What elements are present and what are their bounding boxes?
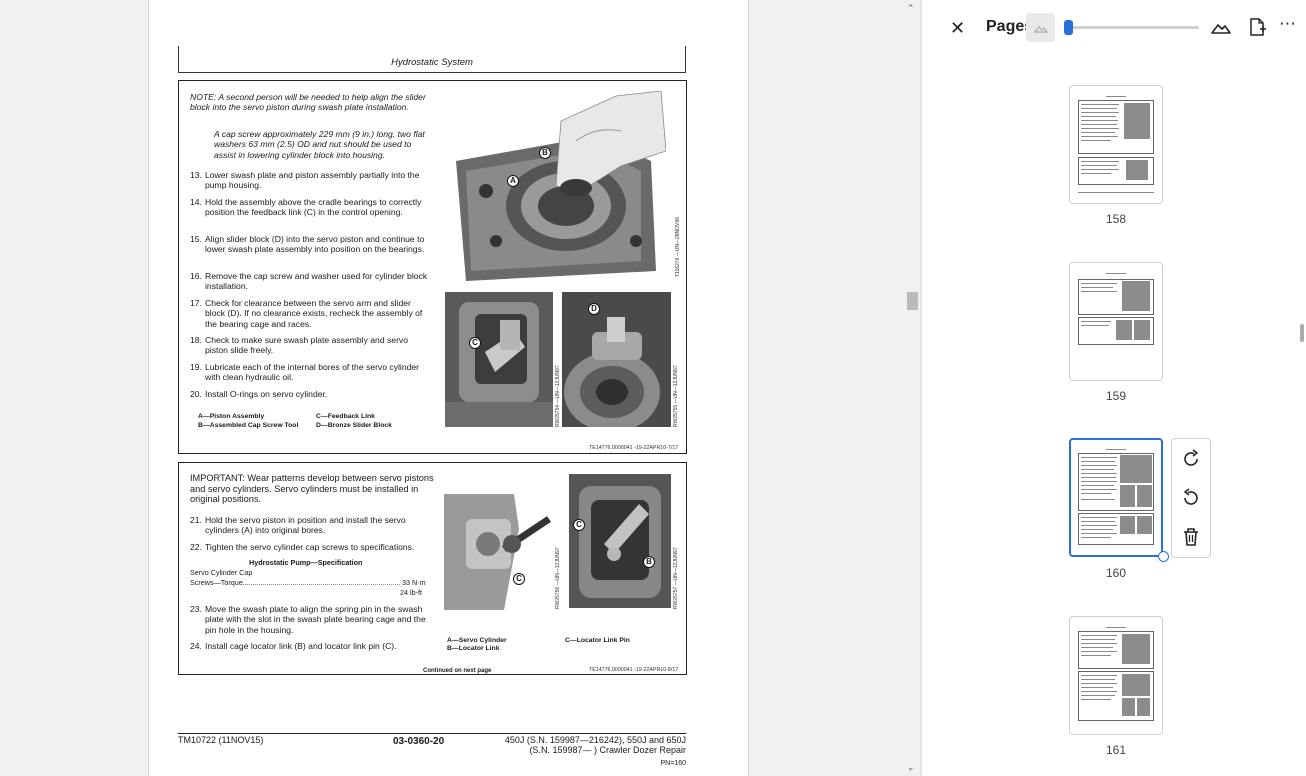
reference-code: TE14776,0000041 -19-22APR10-7/17 — [589, 445, 679, 451]
note-text-2: A cap screw approximately 229 mm (9 in.)… — [214, 129, 425, 160]
slider-block-photo: D — [562, 292, 671, 427]
callout: C — [513, 573, 525, 585]
pages-panel: ✕ Pages ⋯ 158 159 160 161 — [922, 0, 1306, 776]
zoom-out-button[interactable] — [1026, 13, 1055, 42]
page-tools-menu — [1171, 438, 1211, 558]
document-viewer[interactable]: Hydrostatic System NOTE: A second person… — [0, 0, 920, 776]
legend-item: C—Locator Link Pin — [565, 637, 630, 644]
spec-value: 24 lb-ft — [400, 588, 422, 597]
step-21: 21. Hold the servo piston in position and… — [190, 515, 406, 536]
callout: C — [469, 337, 481, 349]
important-text: IMPORTANT: Wear patterns develop between… — [190, 473, 434, 505]
spec-item: Servo Cylinder Cap — [190, 568, 253, 577]
thumbnail-label: 160 — [1105, 566, 1127, 580]
footer-page-number: 03-0360-20 — [393, 736, 445, 747]
spec-value: 33 N·m — [400, 578, 426, 588]
panel-scrollbar[interactable] — [1296, 44, 1306, 776]
note-text: NOTE: A second person will be needed to … — [190, 92, 426, 113]
step-14: 14. Hold the assembly above the cradle be… — [190, 197, 422, 218]
trash-icon — [1184, 528, 1198, 546]
step-19: 19. Lubricate each of the internal bores … — [190, 362, 420, 383]
step-22: 22. Tighten the servo cylinder cap screws… — [190, 542, 415, 552]
photo-reference: RW25755 —UN—12JUN97 — [673, 365, 679, 427]
photo-reference: T116276 —UN—28NOV98 — [675, 217, 681, 277]
continued-note: Continued on next page — [423, 668, 492, 674]
insert-page-button[interactable] — [1246, 16, 1268, 38]
callout: B — [539, 147, 551, 159]
legend-item: D—Bronze Slider Block — [316, 422, 392, 429]
mountain-large-icon — [1211, 24, 1231, 34]
instruction-section-2: IMPORTANT: Wear patterns develop between… — [178, 462, 687, 675]
scrollbar-thumb[interactable] — [907, 292, 918, 310]
step-16: 16. Remove the cap screw and washer used … — [190, 271, 428, 292]
scroll-up-icon[interactable]: ⌃ — [907, 3, 915, 14]
zoom-in-button[interactable] — [1210, 16, 1232, 38]
footer-model-line-2: (S.N. 159987— ) Crawler Dozer Repair — [529, 745, 686, 755]
page-thumbnail-160[interactable] — [1069, 438, 1163, 557]
locator-link-photo: C B — [569, 474, 671, 608]
thumbnail-resize-handle[interactable] — [1158, 551, 1169, 562]
rotate-counterclockwise-button[interactable] — [1180, 487, 1202, 509]
legend-item: C—Feedback Link — [316, 413, 375, 420]
photo-reference: RW25757 —UN—12JUN97 — [673, 547, 679, 609]
legend-item: B—Assembled Cap Screw Tool — [198, 422, 299, 429]
insert-page-icon — [1250, 18, 1266, 36]
rotate-clockwise-button[interactable] — [1180, 448, 1202, 470]
servo-cylinder-photo: C — [444, 494, 553, 610]
step-13: 13. Lower swash plate and piston assembly… — [190, 170, 420, 191]
mountain-small-icon — [1033, 26, 1049, 33]
viewer-scrollbar[interactable]: ⌃ ⌄ — [904, 0, 920, 776]
photo-reference: RW25756 —UN—12JUN97 — [555, 547, 561, 609]
rotate-counterclockwise-icon — [1184, 488, 1198, 505]
legend-item: A—Piston Assembly — [198, 413, 265, 420]
panel-scrollbar-thumb[interactable] — [1300, 324, 1304, 342]
swash-plate-photo: B A — [446, 91, 666, 281]
callout: B — [643, 556, 655, 568]
spec-title: Hydrostatic Pump—Specification — [249, 558, 363, 567]
footer-pn: PN=160 — [660, 760, 687, 767]
callout: A — [507, 175, 519, 187]
step-24: 24. Install cage locator link (B) and loc… — [190, 641, 397, 651]
reference-code: TE14776,0000041 -19-22APR10-8/17 — [589, 667, 679, 673]
step-20: 20. Install O-rings on servo cylinder. — [190, 389, 328, 399]
thumbnail-label: 158 — [1105, 212, 1127, 226]
legend-item: B—Locator Link — [447, 645, 500, 652]
thumbnail-size-slider[interactable] — [1066, 26, 1199, 29]
callout: D — [588, 303, 600, 315]
feedback-link-photo: C — [445, 292, 553, 427]
callout: C — [573, 519, 585, 531]
step-15: 15. Align slider block (D) into the servo… — [190, 234, 425, 255]
instruction-section-1: NOTE: A second person will be needed to … — [178, 80, 687, 454]
step-17: 17. Check for clearance between the servo… — [190, 298, 423, 329]
step-18: 18. Check to make sure swash plate assemb… — [190, 335, 409, 356]
more-options-icon[interactable]: ⋯ — [1279, 14, 1296, 34]
page-thumbnail-158[interactable] — [1069, 85, 1163, 204]
thumbnail-label: 159 — [1105, 389, 1127, 403]
slider-thumb[interactable] — [1064, 20, 1074, 35]
page-thumbnail-159[interactable] — [1069, 262, 1163, 381]
photo-reference: RW25754 —UN—12JUN97 — [555, 365, 561, 427]
delete-page-button[interactable] — [1180, 526, 1202, 548]
page-header-title: Hydrostatic System — [391, 57, 473, 68]
scroll-down-icon[interactable]: ⌄ — [907, 762, 915, 773]
document-page: Hydrostatic System NOTE: A second person… — [148, 0, 749, 776]
page-thumbnail-161[interactable] — [1069, 616, 1163, 735]
spec-item: Screws—Torque...........................… — [190, 578, 427, 587]
footer-manual-code: TM10722 (11NOV15) — [178, 735, 264, 745]
thumbnail-label: 161 — [1105, 743, 1127, 757]
rotate-clockwise-icon — [1184, 449, 1198, 466]
close-icon[interactable]: ✕ — [950, 18, 965, 39]
step-23: 23. Move the swash plate to align the spr… — [190, 604, 426, 635]
footer-model-line-1: 450J (S.N. 159987—216242), 550J and 650J — [504, 735, 686, 745]
footer-rule — [178, 733, 686, 734]
